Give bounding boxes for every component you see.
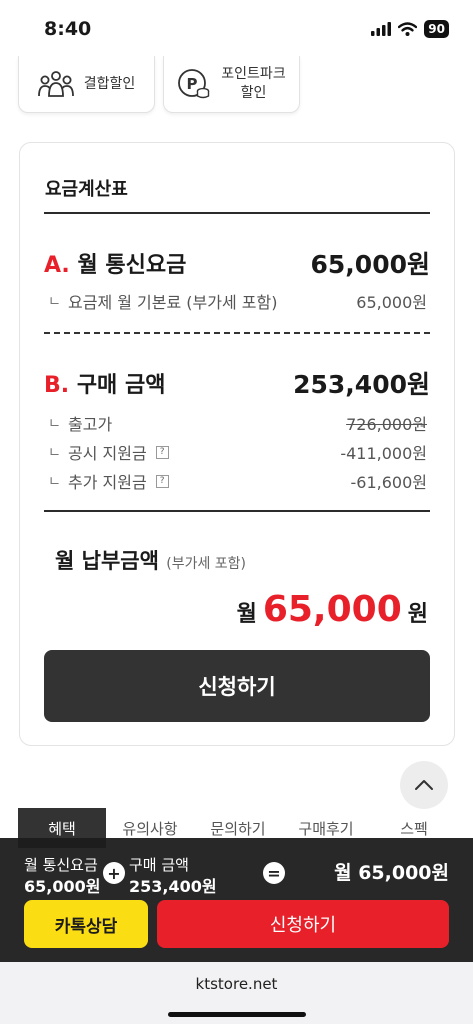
card-title: 요금계산표 xyxy=(45,179,128,200)
purchase-summary-label: 구매 금액 xyxy=(129,856,189,874)
release-price-label: 출고가 xyxy=(68,415,113,434)
monthly-payment-title: 월 납부금액 (부가세 포함) xyxy=(55,545,246,575)
battery-indicator: 90 xyxy=(424,20,449,38)
section-b-item: ㄴ 출고가 726,000원 xyxy=(48,411,427,435)
point-park-label-line2: 할인 xyxy=(240,85,267,101)
base-fee-value: 65,000원 xyxy=(356,293,427,312)
point-park-discount-label: 포인트파크 할인 xyxy=(221,65,285,103)
browser-address-bar[interactable]: ktstore.net xyxy=(0,962,473,1024)
help-icon[interactable]: ? xyxy=(155,474,169,488)
extra-subsidy-label: 추가 지원금 xyxy=(68,473,147,492)
monthly-summary-value: 65,000원 xyxy=(24,877,101,896)
monthly-prefix: 월 xyxy=(236,602,257,627)
monthly-payment-amount: 월 65,000 원 xyxy=(237,589,428,630)
monthly-payment-label: 월 납부금액 xyxy=(55,549,159,573)
point-park-label-line1: 포인트파크 xyxy=(221,66,286,82)
dashed-divider xyxy=(44,332,430,334)
extra-subsidy-value: -61,600원 xyxy=(350,473,427,492)
apply-button-bottom[interactable]: 신청하기 xyxy=(157,900,449,948)
section-a-name: 월 통신요금 xyxy=(77,253,187,278)
discount-options: 결합할인 P 포인트파크 할인 xyxy=(18,56,300,113)
svg-text:P: P xyxy=(187,75,198,93)
wifi-icon xyxy=(398,22,418,36)
status-icons: 90 xyxy=(371,20,449,38)
total-monthly: 월 65,000원 xyxy=(334,862,449,884)
price-calculation-card: 요금계산표 A. 월 통신요금 65,000원 ㄴ 요금제 월 기본료 (부가세… xyxy=(19,142,455,746)
section-b-title: B. 구매 금액 xyxy=(44,367,165,399)
bundle-discount-label: 결합할인 xyxy=(83,75,136,92)
signal-icon xyxy=(371,22,392,36)
url-text: ktstore.net xyxy=(195,975,278,993)
product-page: 결합할인 P 포인트파크 할인 요금계산표 A. 월 통신요금 65,000원 xyxy=(0,56,473,970)
people-icon xyxy=(37,71,74,97)
kakao-consult-button[interactable]: 카톡상담 xyxy=(24,900,148,948)
point-icon: P xyxy=(178,69,210,99)
monthly-suffix: 원 xyxy=(407,602,428,627)
branch-mark: ㄴ xyxy=(48,445,61,461)
section-a-letter: A. xyxy=(44,253,70,278)
branch-mark: ㄴ xyxy=(48,416,61,432)
apply-button[interactable]: 신청하기 xyxy=(44,650,430,722)
section-b-item: ㄴ 추가 지원금 ? -61,600원 xyxy=(48,469,427,493)
chevron-up-icon xyxy=(415,780,433,790)
section-a-header: A. 월 통신요금 65,000원 xyxy=(44,245,430,281)
status-time: 8:40 xyxy=(44,18,92,40)
public-subsidy-value: -411,000원 xyxy=(340,444,427,463)
point-park-discount-button[interactable]: P 포인트파크 할인 xyxy=(163,56,300,113)
base-fee-label: 요금제 월 기본료 (부가세 포함) xyxy=(68,293,278,312)
equals-icon: = xyxy=(263,862,285,884)
section-a-amount: 65,000원 xyxy=(310,250,430,279)
section-b-header: B. 구매 금액 253,400원 xyxy=(44,365,430,401)
plus-icon: + xyxy=(103,862,125,884)
vat-note: (부가세 포함) xyxy=(166,556,247,572)
bundle-discount-button[interactable]: 결합할인 xyxy=(18,56,155,113)
branch-mark: ㄴ xyxy=(48,474,61,490)
monthly-summary: 월 통신요금 65,000원 xyxy=(24,854,100,898)
status-bar: 8:40 90 xyxy=(0,0,473,56)
bottom-purchase-bar: 월 통신요금 65,000원 + 구매 금액 253,400원 = 월 65,0… xyxy=(0,838,473,962)
title-divider xyxy=(44,212,430,214)
section-b-item: ㄴ 공시 지원금 ? -411,000원 xyxy=(48,440,427,464)
monthly-summary-label: 월 통신요금 xyxy=(24,856,98,874)
home-indicator xyxy=(168,1012,306,1017)
section-a-item: ㄴ 요금제 월 기본료 (부가세 포함) 65,000원 xyxy=(48,289,427,313)
monthly-amount-value: 65,000 xyxy=(262,589,402,630)
scroll-top-button[interactable] xyxy=(400,761,448,809)
branch-mark: ㄴ xyxy=(48,294,61,310)
section-b-amount: 253,400원 xyxy=(293,370,430,399)
public-subsidy-label: 공시 지원금 xyxy=(68,444,147,463)
total-divider xyxy=(44,510,430,512)
section-b-name: 구매 금액 xyxy=(76,373,166,398)
release-price-value: 726,000원 xyxy=(346,415,427,434)
section-b-letter: B. xyxy=(44,373,70,398)
section-a-title: A. 월 통신요금 xyxy=(44,247,186,279)
help-icon[interactable]: ? xyxy=(155,445,169,459)
purchase-summary-value: 253,400원 xyxy=(129,877,217,896)
purchase-summary: 구매 금액 253,400원 xyxy=(129,854,217,898)
